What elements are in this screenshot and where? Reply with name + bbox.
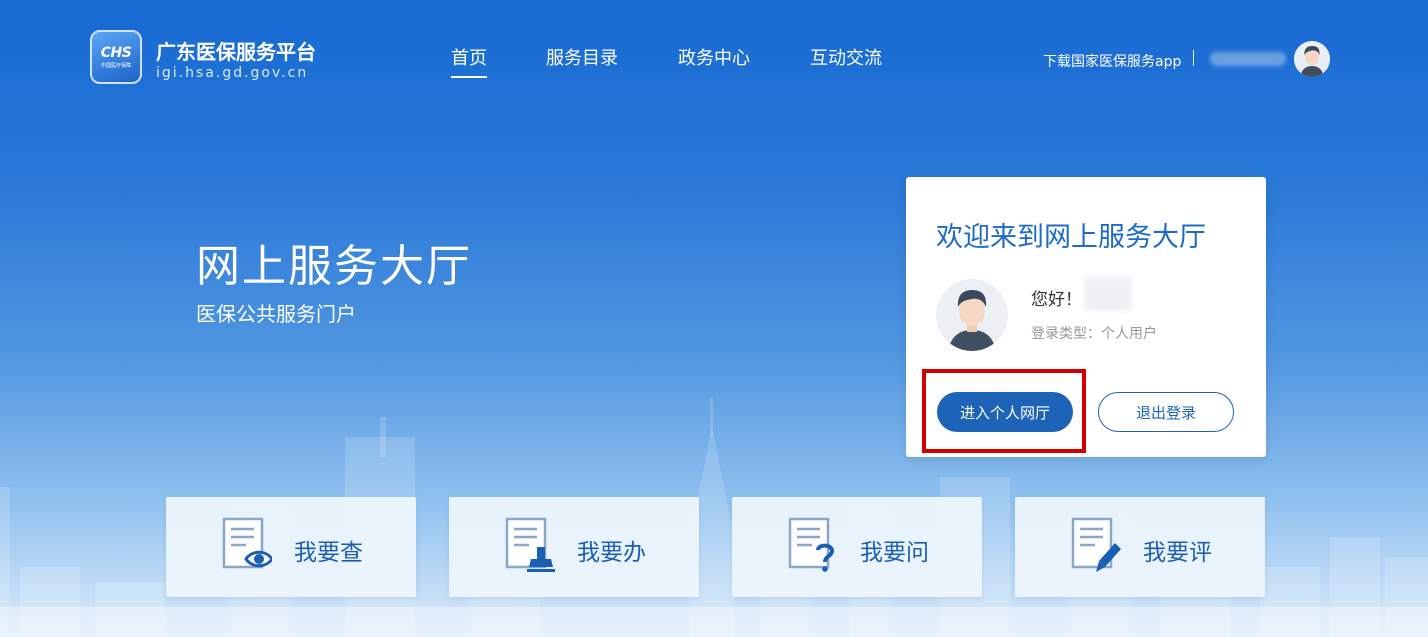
stamp-icon [505,517,555,572]
user-avatar-icon [936,279,1008,351]
question-icon [788,517,835,572]
top-header: CHS 中国医疗保障 广东医保服务平台 igi.hsa.gd.gov.cn 首页… [0,0,1428,110]
nav-item-interaction[interactable]: 互动交流 [810,44,882,70]
logout-button[interactable]: 退出登录 [1098,392,1234,432]
login-type-text: 登录类型：个人用户 [1031,326,1157,342]
service-tile-query[interactable]: 我要查 [166,497,416,597]
greeting-text: 您好！ [1031,290,1082,310]
header-divider [1193,50,1194,66]
login-card: 欢迎来到网上服务大厅 您好！ 登录类型：个人用户 进入个人网厅 退出登录 [906,177,1266,457]
pen-icon [1071,517,1121,572]
hero-subtitle: 医保公共服务门户 [196,302,356,326]
service-label-query: 我要查 [294,540,363,566]
service-tile-handle[interactable]: 我要办 [449,497,699,597]
service-label-evaluate: 我要评 [1143,540,1212,566]
service-tile-ask[interactable]: 我要问 [732,497,982,597]
logo-text: CHS [100,45,132,61]
username-redacted[interactable] [1210,52,1286,66]
welcome-title: 欢迎来到网上服务大厅 [936,222,1206,253]
download-app-link[interactable]: 下载国家医保服务app [1043,51,1181,71]
site-title[interactable]: 广东医保服务平台 [156,36,316,65]
hero-title: 网上服务大厅 [196,241,472,292]
site-logo[interactable]: CHS 中国医疗保障 [90,30,142,84]
service-label-handle: 我要办 [577,540,646,566]
service-tile-evaluate[interactable]: 我要评 [1015,497,1265,597]
user-avatar-icon[interactable] [1294,41,1330,77]
nav-item-government-center[interactable]: 政务中心 [678,44,750,70]
eye-icon [222,517,272,569]
enter-personal-hall-button[interactable]: 进入个人网厅 [937,392,1073,432]
site-url: igi.hsa.gd.gov.cn [156,65,309,81]
service-label-ask: 我要问 [860,540,929,566]
logo-subtext: 中国医疗保障 [100,63,131,69]
user-name-redacted [1084,277,1132,311]
nav-item-home[interactable]: 首页 [451,44,487,78]
nav-item-service-catalog[interactable]: 服务目录 [546,44,618,70]
